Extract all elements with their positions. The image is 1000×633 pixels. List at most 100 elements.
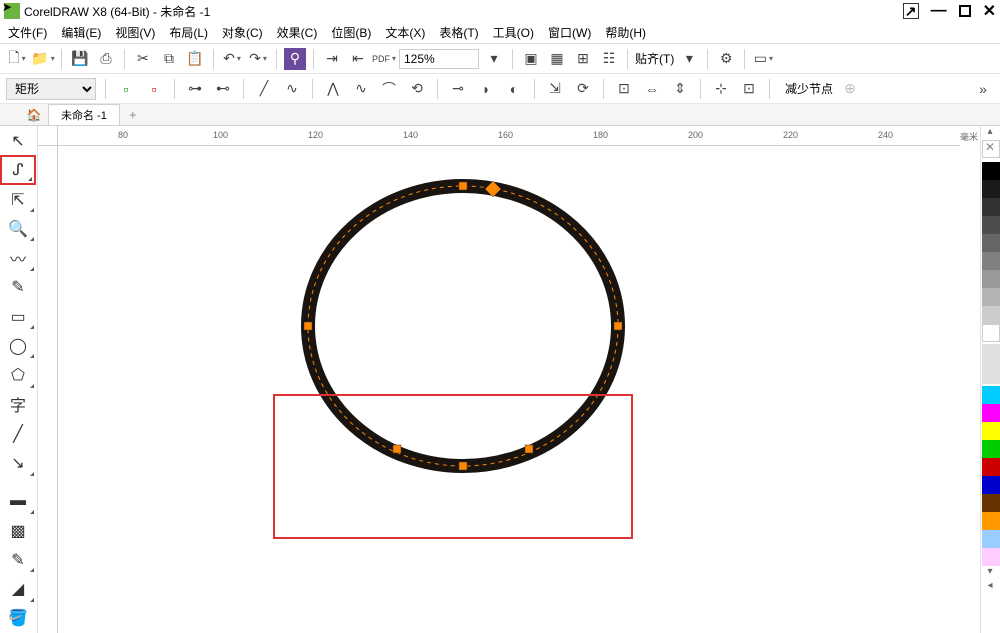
color-swatch[interactable] (982, 180, 1000, 198)
cusp-node-button[interactable]: ⋀ (322, 78, 344, 100)
to-curve-button[interactable]: ∿ (281, 78, 303, 100)
snap-dropdown-arrow[interactable]: ▾ (678, 48, 700, 70)
elastic-button[interactable]: ⊹ (710, 78, 732, 100)
save-button[interactable]: 💾 (69, 48, 91, 70)
to-line-button[interactable]: ╱ (253, 78, 275, 100)
undo-button[interactable]: ↶ (221, 48, 243, 70)
crop-tool[interactable]: ⇱ (0, 185, 36, 214)
snap-dropdown[interactable]: 贴齐(T) (635, 50, 674, 67)
color-swatch[interactable] (982, 404, 1000, 422)
color-swatch[interactable] (982, 548, 1000, 566)
export-button[interactable]: ⇤ (347, 48, 369, 70)
menu-help[interactable]: 帮助(H) (605, 24, 646, 41)
fullscreen-button[interactable]: ▣ (520, 48, 542, 70)
color-swatch[interactable] (982, 324, 1000, 342)
maximize-button[interactable] (959, 5, 971, 17)
horizontal-ruler[interactable]: 80 100 120 140 160 180 200 220 240 (58, 126, 960, 146)
palette-down-arrow[interactable]: ▾ (981, 566, 999, 580)
color-swatch[interactable] (982, 198, 1000, 216)
cut-button[interactable]: ✂ (132, 48, 154, 70)
show-guides-button[interactable]: ☷ (598, 48, 620, 70)
document-tab[interactable]: 未命名 -1 (48, 104, 120, 125)
welcome-tab[interactable]: 🏠 (24, 106, 44, 124)
publish-pdf-button[interactable]: PDF (373, 48, 395, 70)
import-button[interactable]: ⇥ (321, 48, 343, 70)
color-swatch[interactable] (982, 530, 1000, 548)
color-swatch[interactable] (982, 494, 1000, 512)
color-swatch[interactable] (982, 270, 1000, 288)
color-swatch[interactable] (982, 234, 1000, 252)
color-swatch[interactable] (982, 252, 1000, 270)
rectangle-tool[interactable]: ▭ (0, 302, 36, 331)
transparency-tool[interactable]: ▩ (0, 516, 36, 545)
add-node-button[interactable]: ▫ (115, 78, 137, 100)
zoom-input[interactable] (399, 49, 479, 69)
zoom-dropdown[interactable]: ▾ (483, 48, 505, 70)
show-rulers-button[interactable]: ▦ (546, 48, 568, 70)
pick-tool[interactable]: ↖ (0, 126, 36, 155)
no-color-swatch[interactable] (982, 140, 1000, 158)
color-swatch[interactable] (982, 458, 1000, 476)
color-swatch[interactable] (982, 306, 1000, 324)
options-button[interactable]: ⚙ (715, 48, 737, 70)
reflect-v-button[interactable]: ⇕ (669, 78, 691, 100)
close-button[interactable]: ✕ (983, 1, 996, 21)
palette-up-arrow[interactable]: ▴ (981, 126, 999, 140)
color-swatch[interactable] (982, 440, 1000, 458)
menu-layout[interactable]: 布局(L) (169, 24, 208, 41)
extract-button[interactable]: ◗ (475, 78, 497, 100)
drawing-canvas[interactable] (58, 146, 960, 633)
menu-tool[interactable]: 工具(O) (493, 24, 534, 41)
paste-button[interactable]: 📋 (184, 48, 206, 70)
menu-view[interactable]: 视图(V) (115, 24, 155, 41)
color-swatch[interactable] (982, 386, 1000, 404)
minimize-button[interactable]: — (931, 2, 947, 20)
show-grid-button[interactable]: ⊞ (572, 48, 594, 70)
join-nodes-button[interactable]: ⊶ (184, 78, 206, 100)
select-all-nodes-button[interactable]: ⊡ (738, 78, 760, 100)
zoom-tool[interactable]: 🔍 (0, 214, 36, 243)
search-button[interactable]: ⚲ (284, 48, 306, 70)
interactive-fill-tool[interactable]: ◢ (0, 574, 36, 603)
color-swatch[interactable] (982, 512, 1000, 530)
color-swatch[interactable] (982, 476, 1000, 494)
reflect-h-button[interactable]: ⇔ (641, 78, 663, 100)
color-eyedropper-tool[interactable]: ✎ (0, 545, 36, 574)
color-swatch[interactable] (982, 216, 1000, 234)
artistic-media-tool[interactable]: ✎ (0, 273, 36, 302)
menu-edit[interactable]: 编辑(E) (61, 24, 101, 41)
shape-tool[interactable]: ᔑ (0, 155, 36, 185)
reverse-button[interactable]: ⟲ (406, 78, 428, 100)
menu-effect[interactable]: 效果(C) (277, 24, 318, 41)
color-swatch[interactable] (982, 162, 1000, 180)
color-swatch[interactable] (982, 288, 1000, 306)
parallel-dim-tool[interactable]: ╱ (0, 419, 36, 448)
extend-button[interactable]: ⊸ (447, 78, 469, 100)
reduce-nodes-button[interactable]: ⊕ (839, 78, 861, 100)
delete-node-button[interactable]: ▫ (143, 78, 165, 100)
freehand-tool[interactable]: 〰 (0, 243, 36, 272)
smart-fill-tool[interactable]: 🪣 (0, 604, 36, 633)
ruler-origin[interactable] (38, 126, 58, 146)
add-tab-button[interactable]: + (124, 106, 142, 124)
drop-shadow-tool[interactable]: ▬ (0, 487, 36, 516)
shape-select[interactable]: 矩形 (6, 78, 96, 100)
close-curve-button[interactable]: ◐ (503, 78, 525, 100)
symmetric-node-button[interactable]: ⌒ (378, 78, 400, 100)
launch-button[interactable]: ▭ (752, 48, 774, 70)
redo-button[interactable]: ↷ (247, 48, 269, 70)
text-tool[interactable]: 字 (0, 390, 36, 419)
menu-window[interactable]: 窗口(W) (548, 24, 591, 41)
open-button[interactable]: 📁 (32, 48, 54, 70)
polygon-tool[interactable]: ⬠ (0, 360, 36, 389)
quickstart-icon[interactable]: ↗ (903, 3, 919, 19)
palette-scrollbar[interactable] (982, 344, 1000, 384)
palette-flyout-arrow[interactable]: ◂ (981, 580, 999, 594)
more-button[interactable]: » (972, 78, 994, 100)
menu-text[interactable]: 文本(X) (385, 24, 425, 41)
menu-file[interactable]: 文件(F) (8, 24, 47, 41)
new-button[interactable]: 🗋 (6, 48, 28, 70)
stretch-button[interactable]: ⇲ (544, 78, 566, 100)
ellipse-tool[interactable]: ◯ (0, 331, 36, 360)
copy-button[interactable]: ⧉ (158, 48, 180, 70)
